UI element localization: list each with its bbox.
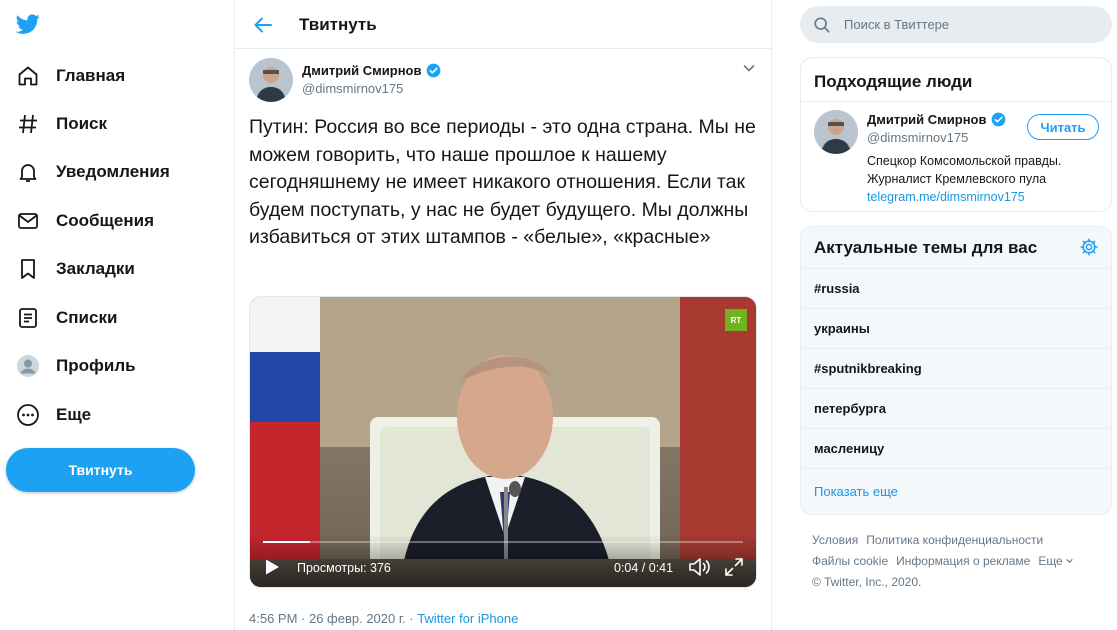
main-header: Твитнуть xyxy=(235,0,771,49)
list-icon xyxy=(19,308,37,328)
trends-title: Актуальные темы для вас xyxy=(814,238,1038,257)
trend-item[interactable]: #russia xyxy=(801,269,1111,309)
page-title: Твитнуть xyxy=(299,15,377,34)
suggested-user-avatar-image xyxy=(814,110,858,154)
suggested-user-bio: Спецкор Комсомольской правды. Журналист … xyxy=(867,152,1097,206)
suggested-user-name[interactable]: Дмитрий Смирнов xyxy=(867,112,1006,127)
nav-label-lists: Списки xyxy=(56,308,118,327)
footer-link-cookies[interactable]: Файлы cookie xyxy=(812,554,888,568)
nav-label-search: Поиск xyxy=(56,114,108,133)
footer-link-privacy[interactable]: Политика конфиденциальности xyxy=(866,533,1043,547)
compose-tweet-button[interactable]: Твитнуть xyxy=(6,448,195,492)
tweet-meta: 4:56 PM · 26 февр. 2020 г. · Twitter for… xyxy=(249,611,518,626)
who-to-follow-panel: Подходящие люди Дмитрий Смирнов @dimsmir… xyxy=(800,57,1112,212)
search-box[interactable] xyxy=(800,6,1112,43)
footer-row: Условия Политика конфиденциальности xyxy=(812,530,1112,551)
tweet-text: Путин: Россия во все периоды - это одна … xyxy=(249,116,756,248)
nav-label-notifications: Уведомления xyxy=(56,162,170,181)
volume-icon[interactable] xyxy=(688,556,712,578)
footer: Условия Политика конфиденциальности Файлы… xyxy=(812,530,1112,593)
video-progress-track[interactable] xyxy=(263,541,743,543)
nav-label-more: Еще xyxy=(56,405,92,424)
chevron-down-icon xyxy=(1066,558,1073,563)
follow-button[interactable]: Читать xyxy=(1027,114,1099,140)
trend-label: масленицу xyxy=(814,441,885,456)
search-input[interactable] xyxy=(844,17,1084,32)
copyright: © Twitter, Inc., 2020. xyxy=(812,575,922,589)
footer-link-ads[interactable]: Информация о рекламе xyxy=(896,554,1030,568)
more-icon xyxy=(17,404,39,426)
home-icon xyxy=(18,66,38,86)
nav-item-search[interactable]: Поиск xyxy=(4,103,119,145)
trends-header: Актуальные темы для вас xyxy=(801,227,1111,269)
suggested-user-avatar[interactable] xyxy=(814,110,858,154)
gear-icon[interactable] xyxy=(1079,237,1099,257)
suggested-user-name-text: Дмитрий Смирнов xyxy=(867,112,987,127)
hashtag-icon xyxy=(19,114,37,134)
nav-label-messages: Сообщения xyxy=(56,211,154,230)
back-arrow-icon[interactable] xyxy=(251,13,275,37)
nav-label-bookmarks: Закладки xyxy=(56,259,135,278)
video-views: Просмотры: 376 xyxy=(297,561,391,575)
divider xyxy=(801,101,1111,102)
video-controls: Просмотры: 376 0:04 / 0:41 xyxy=(250,535,756,587)
nav-item-notifications[interactable]: Уведомления xyxy=(4,151,182,193)
trend-label: украины xyxy=(814,321,870,336)
mail-icon xyxy=(18,213,38,229)
video-player[interactable]: RT Просмотры: 376 0:04 / 0:41 xyxy=(249,296,757,588)
nav-item-bookmarks[interactable]: Закладки xyxy=(4,248,147,290)
author-name-text: Дмитрий Смирнов xyxy=(302,63,422,78)
bookmark-icon xyxy=(21,259,35,279)
verified-badge-icon xyxy=(426,63,440,78)
trend-label: #russia xyxy=(814,281,860,296)
footer-link-terms[interactable]: Условия xyxy=(812,533,858,547)
suggested-user-bio-link[interactable]: telegram.me/dimsmirnov175 xyxy=(867,188,1097,206)
author-name[interactable]: Дмитрий Смирнов xyxy=(302,63,441,78)
show-more-link[interactable]: Показать еще xyxy=(814,484,898,499)
nav-item-messages[interactable]: Сообщения xyxy=(4,200,166,242)
author-avatar-image xyxy=(249,58,293,102)
author-avatar[interactable] xyxy=(249,58,293,102)
verified-badge-icon xyxy=(991,112,1005,127)
search-icon xyxy=(814,16,830,33)
chevron-down-icon[interactable] xyxy=(741,60,757,76)
video-progress-fill xyxy=(263,541,311,543)
trend-item[interactable]: масленицу xyxy=(801,429,1111,469)
twitter-app: Главная Поиск Уведомления Сообщения Закл… xyxy=(0,0,1117,630)
nav-item-profile[interactable]: Профиль xyxy=(4,345,148,387)
profile-icon xyxy=(17,355,39,377)
trends-panel: Актуальные темы для вас #russia украины … xyxy=(800,226,1112,515)
trend-item[interactable]: петербурга xyxy=(801,389,1111,429)
play-icon[interactable] xyxy=(262,557,282,577)
nav-item-home[interactable]: Главная xyxy=(4,55,137,97)
left-nav: Главная Поиск Уведомления Сообщения Закл… xyxy=(0,0,234,630)
video-time: 0:04 / 0:41 xyxy=(614,561,674,575)
nav-label-home: Главная xyxy=(56,66,126,85)
trend-label: петербурга xyxy=(814,401,886,416)
author-handle[interactable]: @dimsmirnov175 xyxy=(302,81,403,96)
nav-item-lists[interactable]: Списки xyxy=(4,297,129,339)
main-column: Твитнуть Дмитрий Смирнов @dimsmirnov175 … xyxy=(234,0,772,630)
bell-icon xyxy=(19,164,37,182)
trend-label: #sputnikbreaking xyxy=(814,361,922,376)
fullscreen-icon[interactable] xyxy=(724,557,744,577)
suggested-user-handle[interactable]: @dimsmirnov175 xyxy=(867,130,968,145)
footer-link-more-label: Еще xyxy=(1038,554,1063,568)
footer-link-more[interactable]: Еще xyxy=(1038,554,1073,568)
tweet-source-link[interactable]: Twitter for iPhone xyxy=(417,611,518,626)
nav-item-more[interactable]: Еще xyxy=(4,394,103,436)
who-to-follow-title: Подходящие люди xyxy=(814,72,973,91)
suggested-user-bio-text: Спецкор Комсомольской правды. Журналист … xyxy=(867,154,1062,186)
nav-label-profile: Профиль xyxy=(56,356,136,375)
footer-row: Файлы cookie Информация о рекламе Еще xyxy=(812,551,1112,572)
trend-item[interactable]: украины xyxy=(801,309,1111,349)
rt-logo: RT xyxy=(725,309,747,331)
tweet-timestamp[interactable]: 4:56 PM · 26 февр. 2020 г. · xyxy=(249,611,417,626)
trend-item[interactable]: #sputnikbreaking xyxy=(801,349,1111,389)
twitter-bird-icon[interactable] xyxy=(14,12,42,36)
